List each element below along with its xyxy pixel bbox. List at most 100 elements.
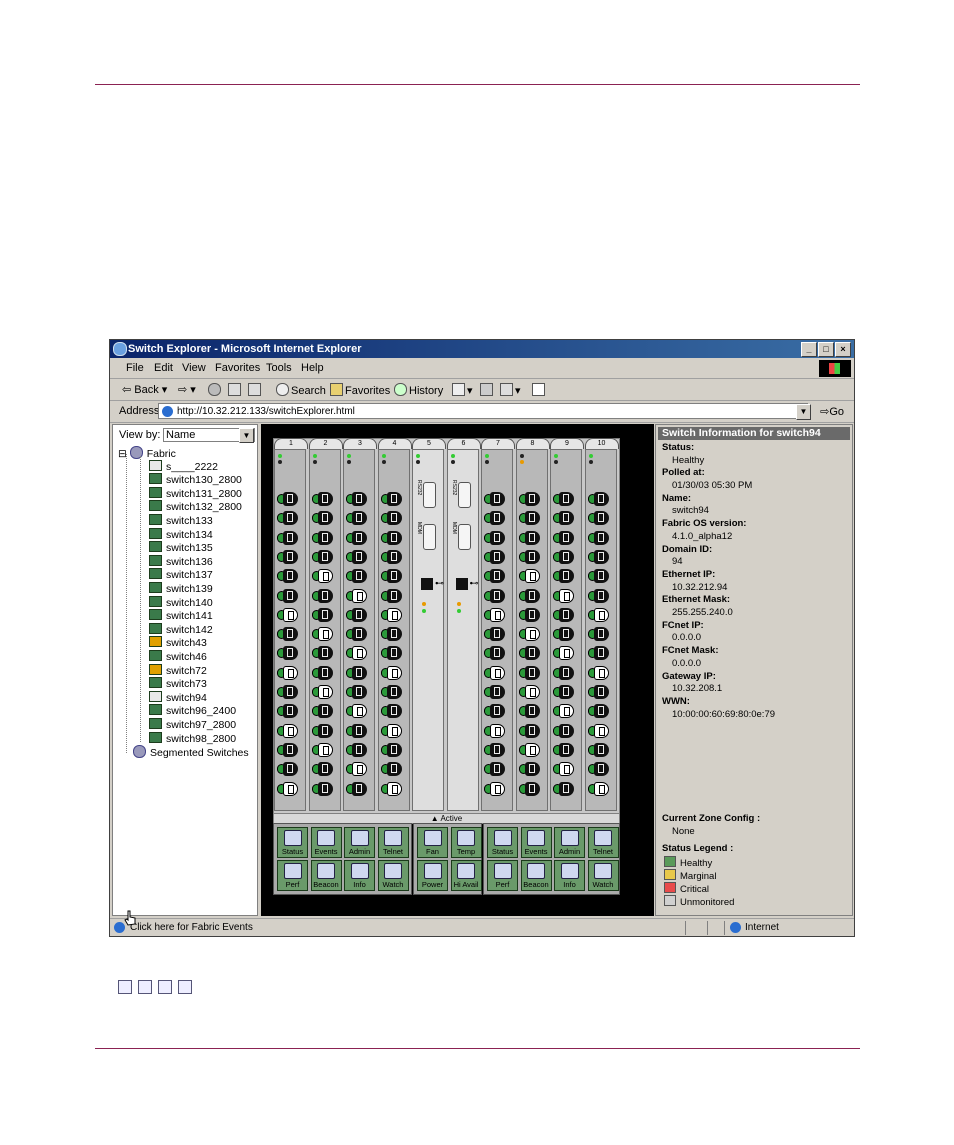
fc-port[interactable] [311, 665, 338, 680]
fc-port[interactable] [587, 723, 614, 738]
tree-item-switch[interactable]: s____2222 [149, 459, 218, 473]
tree-item-switch[interactable]: switch72 [149, 663, 207, 677]
fc-port[interactable] [484, 511, 510, 526]
fc-port[interactable] [346, 627, 372, 642]
fc-port[interactable] [277, 511, 303, 526]
fc-port[interactable] [484, 781, 510, 796]
fc-port[interactable] [518, 530, 545, 545]
stop-button[interactable] [208, 383, 223, 397]
fc-port[interactable] [311, 588, 338, 603]
fc-port[interactable] [311, 530, 338, 545]
zoning-icon[interactable] [178, 980, 192, 994]
menu-file[interactable]: File [126, 362, 144, 374]
fc-port[interactable] [553, 627, 579, 642]
forward-button[interactable]: ⇨ ▾ [178, 383, 196, 396]
control-button-events[interactable]: Events [310, 827, 342, 858]
control-button-events[interactable]: Events [520, 827, 552, 858]
fc-port[interactable] [553, 685, 579, 699]
fc-port[interactable] [518, 627, 545, 642]
fc-port[interactable] [277, 665, 303, 680]
fc-port[interactable] [484, 588, 510, 603]
cp-blade[interactable]: RS232 MDM ⊷ [412, 449, 444, 811]
fc-port[interactable] [587, 781, 614, 796]
control-button-beacon[interactable]: Beacon [520, 860, 552, 891]
fc-port[interactable] [553, 511, 579, 526]
fc-port[interactable] [587, 665, 614, 680]
control-button-watch[interactable]: Watch [587, 860, 619, 891]
fc-port[interactable] [518, 665, 545, 680]
tree-item-switch[interactable]: switch141 [149, 609, 213, 622]
port-blade[interactable] [377, 449, 410, 811]
tree-item-switch[interactable]: switch135 [149, 541, 213, 554]
fc-port[interactable] [277, 627, 303, 642]
fc-port[interactable] [553, 646, 579, 661]
fc-port[interactable] [277, 549, 303, 564]
tree-item-switch[interactable]: switch97_2800 [149, 718, 236, 731]
fc-port[interactable] [277, 607, 303, 622]
fc-port[interactable] [311, 627, 338, 642]
fc-port[interactable] [277, 762, 303, 777]
control-button-admin[interactable]: Admin [554, 827, 585, 858]
fc-port[interactable] [587, 704, 614, 719]
tree-item-switch[interactable]: switch98_2800 [149, 731, 236, 745]
port-blade[interactable] [308, 449, 341, 811]
history-button[interactable]: History [394, 383, 443, 397]
fc-port[interactable] [587, 607, 614, 622]
fc-port[interactable] [311, 607, 338, 622]
fc-port[interactable] [380, 511, 407, 526]
fc-port[interactable] [311, 704, 338, 719]
fc-port[interactable] [587, 569, 614, 584]
fc-port[interactable] [587, 588, 614, 603]
fc-port[interactable] [587, 646, 614, 661]
menu-tools[interactable]: Tools [266, 362, 292, 374]
fc-port[interactable] [311, 723, 338, 738]
fc-port[interactable] [346, 723, 372, 738]
control-button-power[interactable]: Power [417, 860, 448, 891]
control-button-telnet[interactable]: Telnet [377, 827, 409, 858]
tree-item-switch[interactable]: switch46 [149, 650, 207, 663]
fc-port[interactable] [587, 762, 614, 777]
tree-item-switch[interactable]: switch94 [149, 690, 207, 704]
fc-port[interactable] [311, 762, 338, 777]
control-button-status[interactable]: Status [277, 827, 308, 858]
fc-port[interactable] [553, 704, 579, 719]
close-button[interactable]: × [835, 342, 851, 357]
collapse-icon[interactable]: ⊟ [118, 448, 130, 460]
fc-port[interactable] [518, 781, 545, 796]
tree-item-switch[interactable]: switch130_2800 [149, 473, 242, 486]
fc-port[interactable] [553, 530, 579, 545]
fc-port[interactable] [553, 723, 579, 738]
control-button-perf[interactable]: Perf [487, 860, 518, 891]
menu-favorites[interactable]: Favorites [215, 362, 260, 374]
fc-port[interactable] [553, 569, 579, 584]
fc-port[interactable] [380, 492, 407, 506]
fc-port[interactable] [311, 549, 338, 564]
tree-item-segmented[interactable]: Segmented Switches [133, 745, 249, 759]
fc-port[interactable] [277, 723, 303, 738]
control-button-fan[interactable]: Fan [417, 827, 448, 858]
fc-port[interactable] [346, 781, 372, 796]
fc-port[interactable] [346, 685, 372, 699]
fc-port[interactable] [587, 511, 614, 526]
menu-view[interactable]: View [182, 362, 206, 374]
fc-port[interactable] [380, 607, 407, 622]
fc-port[interactable] [311, 492, 338, 506]
fc-port[interactable] [346, 569, 372, 584]
fc-port[interactable] [587, 530, 614, 545]
home-button[interactable] [248, 383, 263, 397]
refresh-button[interactable] [228, 383, 243, 397]
print-button[interactable] [480, 383, 495, 397]
fc-port[interactable] [518, 723, 545, 738]
fc-port[interactable] [277, 781, 303, 796]
fc-port[interactable] [380, 742, 407, 757]
fc-port[interactable] [277, 588, 303, 603]
fc-port[interactable] [484, 646, 510, 661]
fc-port[interactable] [553, 588, 579, 603]
control-button-telnet[interactable]: Telnet [587, 827, 619, 858]
fc-port[interactable] [380, 530, 407, 545]
fc-port[interactable] [380, 646, 407, 661]
fc-port[interactable] [277, 492, 303, 506]
fc-port[interactable] [346, 742, 372, 757]
port-blade[interactable] [515, 449, 548, 811]
fc-port[interactable] [484, 742, 510, 757]
